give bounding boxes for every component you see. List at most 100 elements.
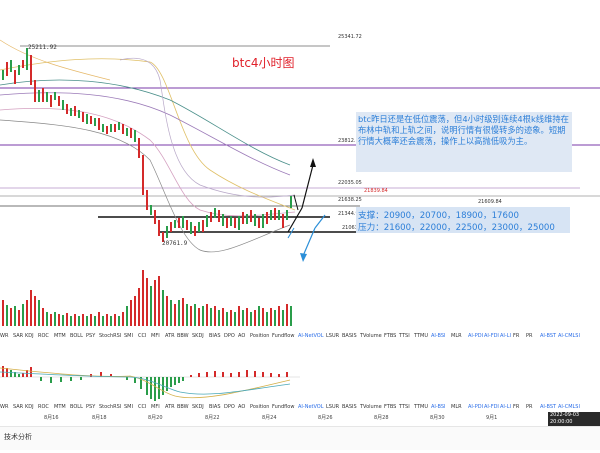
indicator-tab[interactable]: LSUR <box>326 333 339 339</box>
indicator-tab[interactable]: FTBS <box>384 404 396 410</box>
indicator-tab[interactable]: FR <box>513 404 519 410</box>
arrow-up-icon <box>310 158 316 167</box>
indicator-tab[interactable]: TVolume <box>360 333 382 339</box>
crosshair-timestamp: 2022-09-03 20:00:00 <box>548 412 600 426</box>
indicator-tab[interactable]: SAR <box>13 333 23 339</box>
indicator-tab[interactable]: StochRSI <box>99 333 121 339</box>
indicator-tab[interactable]: PR <box>526 404 533 410</box>
indicator-tab[interactable]: BASIS <box>342 333 357 339</box>
indicator-tab[interactable]: MLR <box>451 333 462 339</box>
date-tick-label: 9月1 <box>486 415 498 421</box>
indicator-tab[interactable]: AI-FDI <box>484 404 499 410</box>
date-tick-label: 8月22 <box>205 415 220 421</box>
indicator-tab[interactable]: AI-BST <box>540 333 556 339</box>
indicator-tab[interactable]: ATR <box>165 333 175 339</box>
indicator-tab[interactable]: DPO <box>224 404 235 410</box>
indicator-tab[interactable]: MFI <box>151 333 160 339</box>
indicator-tab[interactable]: AI-FDI <box>484 333 499 339</box>
price-line-label: 25341.72 <box>338 34 362 40</box>
indicator-tab[interactable]: AI-PDI <box>468 333 483 339</box>
indicator-tab[interactable]: TTSI <box>399 333 410 339</box>
indicator-tab[interactable]: MTM <box>54 404 66 410</box>
date-tick-label: 8月24 <box>262 415 277 421</box>
indicator-tab[interactable]: SKDJ <box>192 333 204 339</box>
date-tick-label: 8月20 <box>148 415 163 421</box>
date-tick-label: 8月16 <box>44 415 59 421</box>
indicator-tab[interactable]: Position <box>250 404 269 410</box>
indicator-tab[interactable]: KDJ <box>25 404 34 410</box>
date-tick-label: 8月28 <box>374 415 389 421</box>
indicator-tab[interactable]: StochRSI <box>99 404 121 410</box>
indicator-tab[interactable]: WR <box>0 404 8 410</box>
indicator-tab[interactable]: AO <box>238 333 245 339</box>
chart-stage: 25211.92 20761.9 25341.72 23812.10 22035… <box>0 0 600 450</box>
indicator-tab[interactable]: BIAS <box>209 404 221 410</box>
indicator-tab[interactable]: BBW <box>177 404 189 410</box>
macd-histogram <box>2 366 288 401</box>
low-price-label: 20761.9 <box>162 240 188 247</box>
date-tick-label: 8月30 <box>430 415 445 421</box>
indicator-tab[interactable]: FR <box>513 333 519 339</box>
indicator-tab[interactable]: AI-CMLSI <box>558 333 580 339</box>
indicator-tab[interactable]: BBW <box>177 333 189 339</box>
indicator-tab[interactable]: AI-CMLSI <box>558 404 580 410</box>
indicator-tab[interactable]: AI-NetVOL <box>298 404 324 410</box>
indicator-tab[interactable]: MLR <box>451 404 462 410</box>
indicator-tab[interactable]: DPO <box>224 333 235 339</box>
indicator-tab[interactable]: ROC <box>38 333 49 339</box>
bottom-bar: 技术分析 <box>0 426 600 450</box>
high-price-label: 25211.92 <box>28 44 57 51</box>
indicator-tab[interactable]: AI-NetVOL <box>298 333 324 339</box>
indicator-tab[interactable]: ATR <box>165 404 175 410</box>
indicator-tab[interactable]: AI-LI <box>500 404 511 410</box>
arrow-line <box>301 164 314 209</box>
indicator-tab[interactable]: PSY <box>86 333 95 339</box>
date-tick-label: 8月18 <box>92 415 107 421</box>
technical-analysis-tab[interactable]: 技术分析 <box>4 432 32 442</box>
indicator-tab[interactable]: PSY <box>86 404 95 410</box>
chart-title: btc4小时图 <box>232 56 295 70</box>
indicator-tab[interactable]: Fundflow <box>272 333 294 339</box>
indicator-tab[interactable]: AI-BSI <box>431 404 446 410</box>
indicator-tab[interactable]: SMI <box>124 404 133 410</box>
indicator-tab[interactable]: TVolume <box>360 404 382 410</box>
indicator-tab[interactable]: LSUR <box>326 404 339 410</box>
indicator-tab[interactable]: Fundflow <box>272 404 294 410</box>
indicator-tab[interactable]: MFI <box>151 404 160 410</box>
indicator-tab[interactable]: AI-PDI <box>468 404 483 410</box>
indicator-tab[interactable]: BIAS <box>209 333 221 339</box>
price-line-label: 21839.84 <box>364 188 388 194</box>
indicator-tab[interactable]: TTSI <box>399 404 410 410</box>
resistance-levels: 压力：21600，22000，22500，23000，25000 <box>358 223 555 233</box>
indicator-tab[interactable]: TTMU <box>414 333 428 339</box>
indicator-tab[interactable]: TTMU <box>414 404 428 410</box>
boll-upper <box>119 57 296 198</box>
price-line-label: 21609.84 <box>478 199 502 205</box>
date-tick-label: 8月26 <box>318 415 333 421</box>
indicator-tab[interactable]: MTM <box>54 333 66 339</box>
indicator-tab[interactable]: CCI <box>138 333 146 339</box>
indicator-tab[interactable]: FTBS <box>384 333 396 339</box>
indicator-tab[interactable]: SMI <box>124 333 133 339</box>
indicator-tab[interactable]: WR <box>0 333 8 339</box>
indicator-tab[interactable]: AI-BST <box>540 404 556 410</box>
volume-bars <box>2 270 292 326</box>
indicator-tab[interactable]: CCI <box>138 404 146 410</box>
price-line-label: 21638.25 <box>338 197 362 203</box>
indicator-tab[interactable]: ROC <box>38 404 49 410</box>
indicator-tab[interactable]: KDJ <box>25 333 34 339</box>
price-line-label: 22035.05 <box>338 180 362 186</box>
arrow-line <box>293 194 299 211</box>
indicator-tab[interactable]: BASIS <box>342 404 357 410</box>
indicator-tab[interactable]: BOLL <box>70 404 83 410</box>
indicator-tab[interactable]: Position <box>250 333 269 339</box>
indicator-tab[interactable]: BOLL <box>70 333 83 339</box>
indicator-tab[interactable]: SAR <box>13 404 23 410</box>
indicator-tab[interactable]: AI-LI <box>500 333 511 339</box>
analysis-note: btc昨日还是在低位震荡，但4小时级别连续4根k线维持在布林中轨和上轨之间，说明… <box>358 114 569 146</box>
indicator-tab[interactable]: AI-BSI <box>431 333 446 339</box>
arrow-down-icon <box>300 253 307 262</box>
indicator-tab[interactable]: AO <box>238 404 245 410</box>
indicator-tab[interactable]: PR <box>526 333 533 339</box>
indicator-tab[interactable]: SKDJ <box>192 404 204 410</box>
